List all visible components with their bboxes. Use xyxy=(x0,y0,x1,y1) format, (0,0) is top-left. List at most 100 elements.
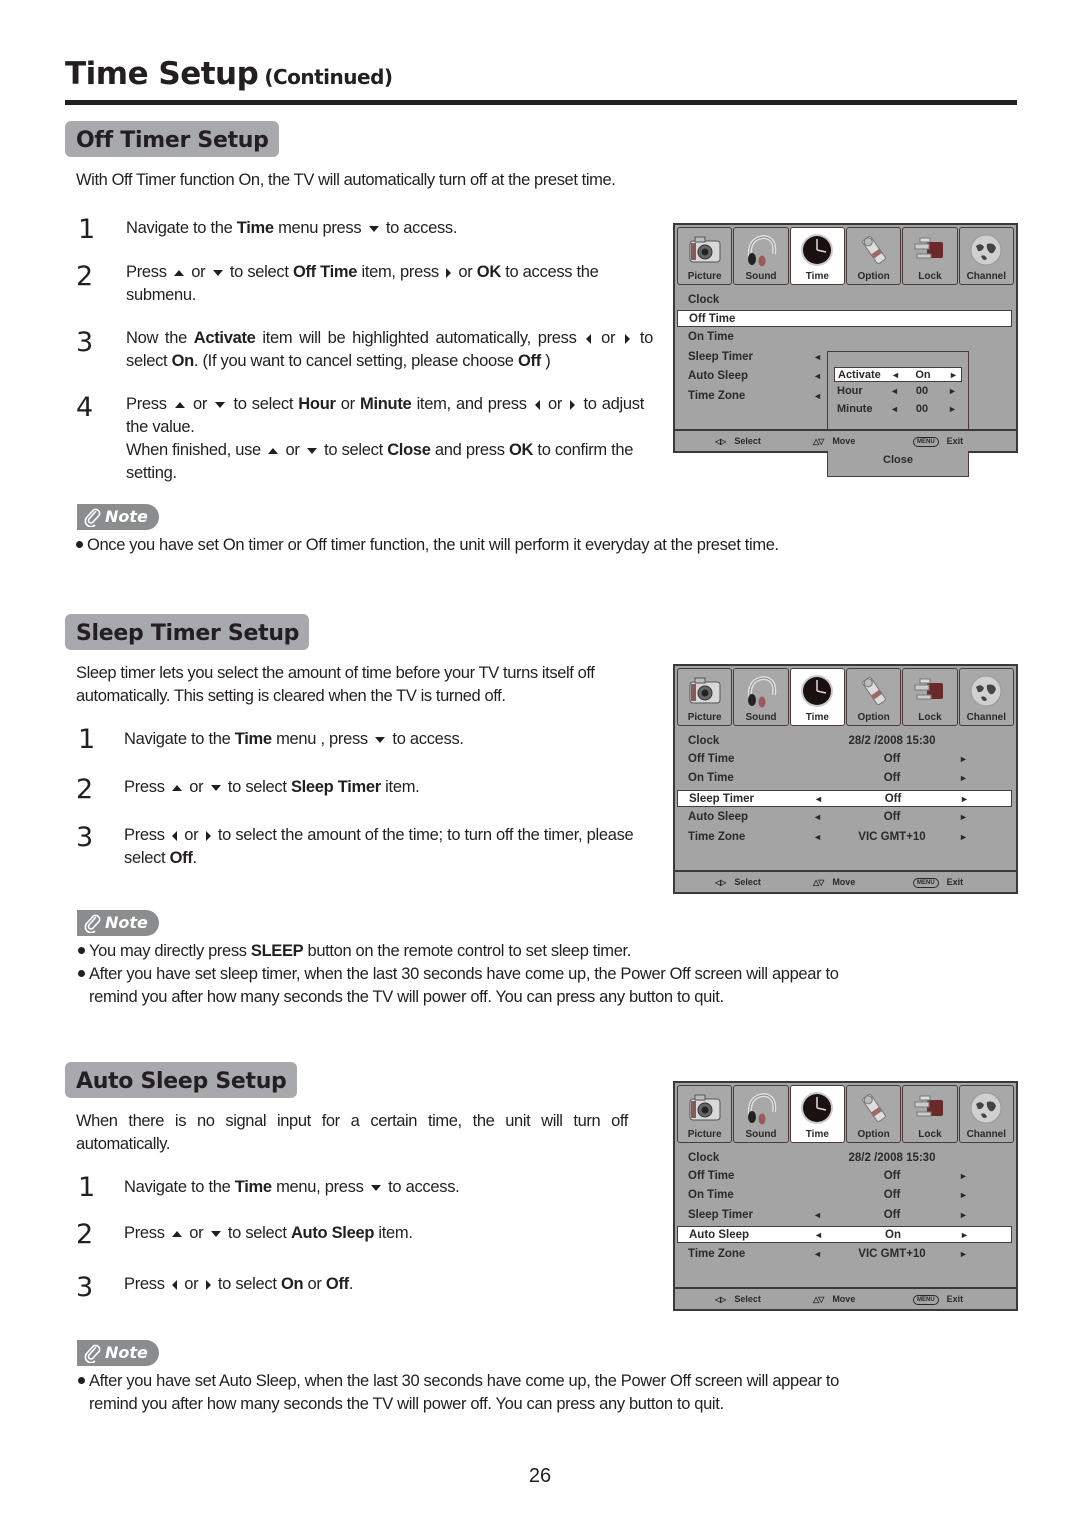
osd-menu-item-sleep-timer[interactable]: Sleep Timer ◄ Off ► xyxy=(677,790,1012,807)
step-text: Press or to select Sleep Timer item. xyxy=(124,778,420,796)
osd-tab-label: Option xyxy=(857,1129,890,1140)
osd-menu-item-auto-sleep[interactable]: Auto Sleep ◄ On ► xyxy=(677,1226,1012,1243)
osd-tab-picture[interactable]: Picture xyxy=(677,668,733,726)
submenu-item-value: 00 xyxy=(915,403,929,415)
emphasis: Off xyxy=(325,1275,349,1293)
right-arrow-icon: ► xyxy=(949,370,958,380)
step-number: 3 xyxy=(76,822,94,853)
section-heading-auto-sleep: Auto Sleep Setup xyxy=(65,1062,297,1098)
osd-tab-option[interactable]: Option xyxy=(845,668,902,726)
osd-tab-label: Lock xyxy=(918,271,942,282)
osd-tab-label: Lock xyxy=(918,1129,942,1140)
step-number: 2 xyxy=(76,1219,94,1250)
osd-menu-list: Clock 28/2 /2008 15:30 Off Time Off ► On Time… xyxy=(675,730,1016,870)
camera-icon xyxy=(686,1090,724,1126)
lock-icon xyxy=(911,673,949,709)
hint-label: Move xyxy=(832,1294,856,1304)
page-number: 26 xyxy=(528,1465,552,1487)
step-text: Press or to select the amount of the tim… xyxy=(124,826,634,867)
osd-tab-time[interactable]: Time xyxy=(789,1085,845,1143)
emphasis: SLEEP xyxy=(250,942,304,960)
note-badge: Note xyxy=(77,910,159,936)
page-title-text: Time Setup xyxy=(65,56,259,92)
hint-label: Move xyxy=(832,877,856,887)
osd-item-label: Sleep Timer xyxy=(689,793,754,805)
step-text-continuation: When finished, use or to select Close an… xyxy=(126,441,634,482)
osd-tab-lock[interactable]: Lock xyxy=(902,1085,958,1143)
emphasis: Time xyxy=(234,1178,272,1196)
osd-item-value: Off xyxy=(883,1209,901,1221)
clock-icon xyxy=(798,673,836,709)
osd-tab-channel[interactable]: Channel xyxy=(958,227,1014,285)
up-arrow-icon xyxy=(174,401,185,408)
osd-tab-channel[interactable]: Channel xyxy=(958,1085,1014,1143)
osd-tab-option[interactable]: Option xyxy=(845,227,902,285)
osd-tab-sound[interactable]: Sound xyxy=(733,1085,789,1143)
hint-exit: MENU Exit xyxy=(913,872,963,892)
submenu-item-minute[interactable]: Minute ◄ 00 ► xyxy=(834,402,962,417)
clock-icon xyxy=(798,232,836,268)
left-right-buttons-icon: ◁▷ xyxy=(715,437,726,446)
osd-tab-label: Channel xyxy=(966,712,1007,723)
emphasis: Minute xyxy=(360,395,412,413)
osd-item-label: Clock xyxy=(688,1152,720,1164)
bullet-icon xyxy=(76,541,83,549)
osd-menu-item-time-zone[interactable]: Time Zone ◄ VIC GMT+10 ► xyxy=(677,829,1012,846)
section-heading-sleep-timer: Sleep Timer Setup xyxy=(65,614,310,650)
osd-tab-lock[interactable]: Lock xyxy=(902,227,958,285)
osd-item-label: Off Time xyxy=(689,313,736,325)
osd-menu-item-time-zone[interactable]: Time Zone ◄ VIC GMT+10 ► xyxy=(677,1246,1012,1263)
osd-tab-label: Sound xyxy=(745,271,777,282)
osd-menu-item-auto-sleep[interactable]: Auto Sleep ◄ Off ► xyxy=(677,809,1012,826)
osd-menu-item-sleep-timer[interactable]: Sleep Timer ◄ Off ► xyxy=(677,1207,1012,1224)
osd-menu-item-off-time[interactable]: Off Time Off ► xyxy=(677,751,1012,768)
osd-menu-item-off-time[interactable]: Off Time Off ► xyxy=(677,1168,1012,1185)
menu-button-icon: MENU xyxy=(913,1294,939,1305)
left-arrow-icon: ◄ xyxy=(814,794,823,804)
submenu-item-value: On xyxy=(915,369,931,381)
osd-tab-time[interactable]: Time xyxy=(789,668,845,726)
osd-tab-picture[interactable]: Picture xyxy=(677,1085,733,1143)
osd-tab-channel[interactable]: Channel xyxy=(958,668,1014,726)
up-down-buttons-icon: △▽ xyxy=(813,878,824,887)
osd-tab-lock[interactable]: Lock xyxy=(902,668,958,726)
osd-menu-item-clock[interactable]: Clock xyxy=(677,292,1012,309)
osd-tab-picture[interactable]: Picture xyxy=(677,227,733,285)
osd-menu-item-clock[interactable]: Clock 28/2 /2008 15:30 xyxy=(677,1150,1012,1167)
menu-button-icon: MENU xyxy=(913,877,939,888)
step-number: 1 xyxy=(78,1172,96,1203)
note-badge: Note xyxy=(77,504,159,530)
osd-menu-item-on-time[interactable]: On Time Off ► xyxy=(677,770,1012,787)
osd-menu-item-off-time[interactable]: Off Time xyxy=(677,310,1012,327)
osd-tab-time[interactable]: Time xyxy=(789,227,845,285)
down-arrow-icon xyxy=(368,225,379,232)
hint-label: Select xyxy=(734,877,761,887)
submenu-item-hour[interactable]: Hour ◄ 00 ► xyxy=(834,384,962,399)
step-number: 2 xyxy=(76,261,94,292)
down-arrow-icon xyxy=(215,401,226,408)
osd-tab-option[interactable]: Option xyxy=(845,1085,902,1143)
tools-icon xyxy=(855,1090,893,1126)
note-item: After you have set sleep timer, when the… xyxy=(78,963,858,1009)
right-arrow-icon: ► xyxy=(959,1210,968,1220)
submenu-item-value: 00 xyxy=(915,385,929,397)
left-arrow-icon: ◄ xyxy=(813,371,822,381)
right-arrow-icon xyxy=(625,333,631,344)
title-divider xyxy=(65,100,1017,105)
osd-tab-sound[interactable]: Sound xyxy=(733,668,789,726)
step-number: 4 xyxy=(76,392,94,423)
submenu-item-activate[interactable]: Activate ◄ On ► xyxy=(834,367,962,382)
right-arrow-icon: ► xyxy=(959,773,968,783)
emphasis: Time xyxy=(236,219,274,237)
menu-button-icon: MENU xyxy=(913,436,939,447)
osd-tab-sound[interactable]: Sound xyxy=(733,227,789,285)
osd-menu-item-on-time[interactable]: On Time Off ► xyxy=(677,1187,1012,1204)
osd-tab-bar: Picture Sound Time Option Lock Channel xyxy=(677,1085,1014,1145)
osd-menu-item-on-time[interactable]: On Time xyxy=(677,329,1012,346)
hint-label: Exit xyxy=(946,1294,964,1304)
left-arrow-icon: ◄ xyxy=(813,391,822,401)
osd-menu-item-clock[interactable]: Clock 28/2 /2008 15:30 xyxy=(677,733,1012,750)
close-button[interactable]: Close xyxy=(828,454,968,466)
note-item-text: You may directly press SLEEP button on t… xyxy=(89,942,631,960)
osd-footer-hints: ◁▷ Select △▽ Move MENU Exit xyxy=(675,1287,1016,1309)
